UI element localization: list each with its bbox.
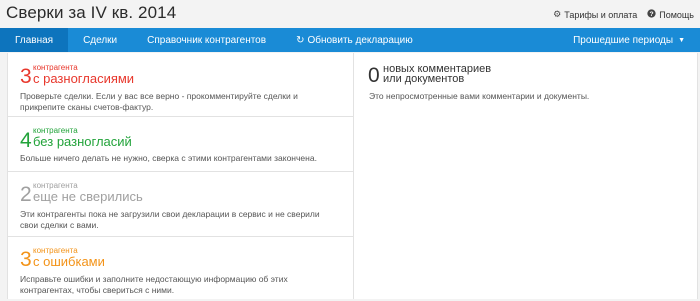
comments-title-line2: или документов <box>383 73 465 85</box>
card-count: 3 <box>20 65 32 88</box>
card-description: Эти контрагенты пока не загрузили свои д… <box>20 209 320 230</box>
refresh-icon: ↻ <box>296 34 305 46</box>
main-content: 3 контрагента с разногласиями Проверьте … <box>7 53 698 299</box>
past-periods-label: Прошедшие периоды <box>573 34 674 46</box>
tab-home[interactable]: Главная <box>0 28 69 52</box>
help-link[interactable]: ? Помощь <box>647 9 694 20</box>
card-count: 4 <box>20 129 32 152</box>
top-bar: Сверки за IV кв. 2014 ⚙ Тарифы и оплата … <box>0 0 700 28</box>
card-description: Исправьте ошибки и заполните недостающую… <box>20 274 288 295</box>
refresh-declaration-button[interactable]: ↻ Обновить декларацию <box>281 28 428 52</box>
comments-description: Это непросмотренные вами комментарии и д… <box>369 91 590 101</box>
comments-title: новых комментариев или документов <box>383 64 583 85</box>
card-description: Проверьте сделки. Если у вас все верно -… <box>20 91 298 112</box>
card-count: 3 <box>20 248 32 271</box>
past-periods-dropdown[interactable]: Прошедшие периоды ▼ <box>558 28 700 52</box>
tab-deals[interactable]: Сделки <box>68 28 132 52</box>
gear-icon: ⚙ <box>553 9 562 19</box>
card-count: 2 <box>20 183 32 206</box>
card-not-reconciled[interactable]: 2 контрагента еще не сверились Эти контр… <box>8 172 354 237</box>
card-without-discrepancies[interactable]: 4 контрагента без разногласий Больше нич… <box>8 117 354 172</box>
card-title: с разногласиями <box>33 71 135 86</box>
help-link-label: Помощь <box>659 9 694 20</box>
card-title: без разногласий <box>33 134 132 149</box>
tariffs-link[interactable]: ⚙ Тарифы и оплата <box>553 9 637 20</box>
svg-text:?: ? <box>650 11 654 18</box>
card-with-discrepancies[interactable]: 3 контрагента с разногласиями Проверьте … <box>8 53 354 117</box>
card-title: с ошибками <box>33 254 105 269</box>
contractor-status-list: 3 контрагента с разногласиями Проверьте … <box>8 53 354 299</box>
refresh-declaration-label: Обновить декларацию <box>307 34 413 46</box>
chevron-down-icon: ▼ <box>678 36 685 44</box>
main-navbar: Главная Сделки Справочник контрагентов ↻… <box>0 28 700 52</box>
comments-count: 0 <box>368 64 380 87</box>
card-with-errors[interactable]: 3 контрагента с ошибками Исправьте ошибк… <box>8 237 354 299</box>
tab-contractors[interactable]: Справочник контрагентов <box>132 28 281 52</box>
tariffs-link-label: Тарифы и оплата <box>564 9 638 20</box>
help-icon: ? <box>647 9 656 20</box>
new-comments-panel[interactable]: 0 новых комментариев или документов Это … <box>355 53 698 299</box>
card-description: Больше ничего делать не нужно, сверка с … <box>20 153 317 163</box>
card-title: еще не сверились <box>33 189 143 204</box>
top-links: ⚙ Тарифы и оплата ? Помощь <box>553 9 694 20</box>
page-title: Сверки за IV кв. 2014 <box>6 3 177 22</box>
